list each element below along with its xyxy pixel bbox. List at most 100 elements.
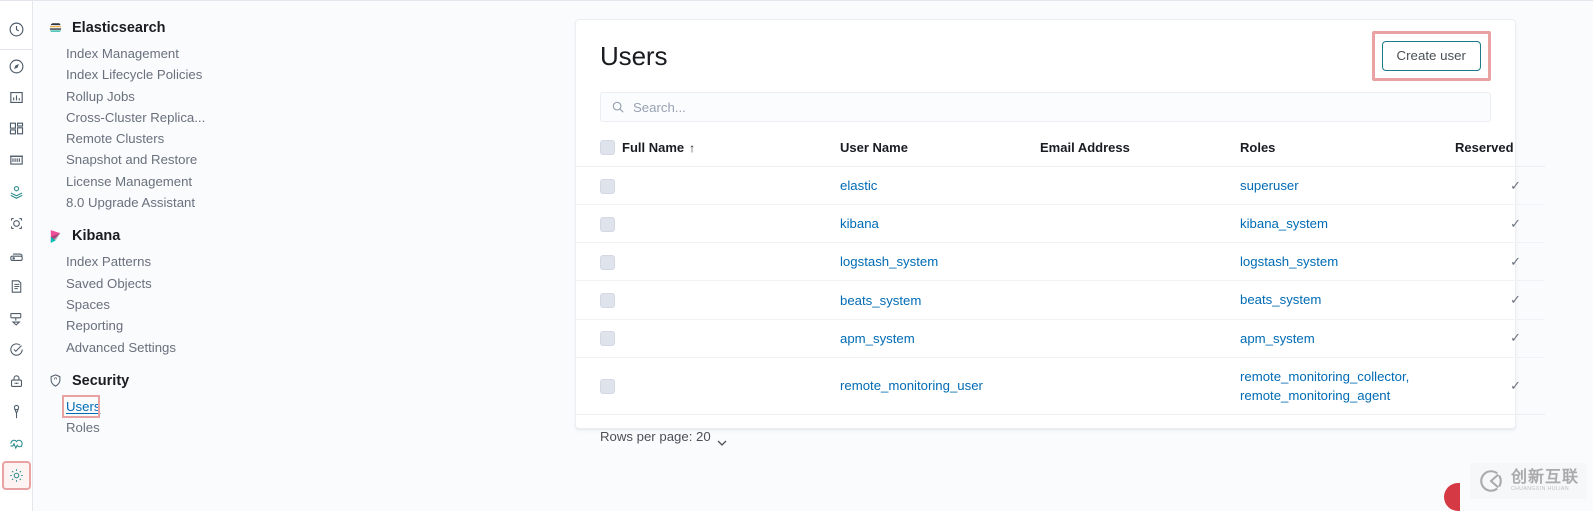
column-header-full-name[interactable]: Full Name ↑ <box>622 139 840 168</box>
rows-per-page-selector[interactable]: Rows per page: 20 <box>600 429 727 446</box>
cell-reserved: ✓ <box>1455 357 1545 416</box>
logs-icon[interactable] <box>4 274 29 299</box>
nav-item-remote-clusters[interactable]: Remote Clusters <box>34 128 534 149</box>
nav-item-advanced-settings[interactable]: Advanced Settings <box>34 337 534 358</box>
nav-item-license-management[interactable]: License Management <box>34 171 534 192</box>
infrastructure-icon[interactable] <box>4 243 29 268</box>
nav-item-roles[interactable]: Roles <box>34 417 534 438</box>
row-checkbox-cell <box>576 242 622 282</box>
apm-icon[interactable] <box>4 306 29 331</box>
column-header-roles[interactable]: Roles <box>1240 139 1455 168</box>
uptime-icon[interactable] <box>4 337 29 362</box>
watermark-logo-icon <box>1478 468 1504 494</box>
reserved-check-icon: ✓ <box>1510 177 1521 193</box>
users-panel: Users Create user Search... Full Name ↑ … <box>575 19 1545 446</box>
nav-group-label: Security <box>72 372 130 389</box>
nav-group-kibana: Kibana <box>34 225 534 247</box>
cell-reserved: ✓ <box>1455 242 1545 282</box>
sort-ascending-icon: ↑ <box>689 141 696 156</box>
nav-item-rollup-jobs[interactable]: Rollup Jobs <box>34 86 534 107</box>
nav-item-spaces[interactable]: Spaces <box>34 294 534 315</box>
reserved-check-icon: ✓ <box>1510 330 1521 346</box>
cell-full-name <box>622 319 840 358</box>
table-row: apm_system apm_system ✓ <box>576 319 1545 358</box>
global-nav-icon-rail <box>0 1 33 511</box>
nav-item-users[interactable]: Users <box>34 394 534 418</box>
cell-user-name[interactable]: apm_system <box>840 319 1040 358</box>
cell-roles[interactable]: superuser <box>1240 166 1455 206</box>
row-checkbox[interactable] <box>600 331 615 347</box>
users-table-body: elastic superuser ✓ kibana kibana_system… <box>576 166 1545 416</box>
cell-roles[interactable]: logstash_system <box>1240 242 1455 282</box>
column-header-email-address[interactable]: Email Address <box>1040 139 1240 168</box>
monitoring-icon[interactable] <box>4 432 29 457</box>
select-all-header <box>576 139 622 168</box>
cell-roles[interactable]: beats_system <box>1240 280 1455 320</box>
watermark: 创新互联 CHUANGXIN HULIAN <box>1469 463 1587 499</box>
nav-items-kibana: Index Patterns Saved Objects Spaces Repo… <box>34 251 534 357</box>
maps-icon[interactable] <box>4 179 29 204</box>
nav-group-label: Kibana <box>72 228 121 245</box>
select-all-checkbox[interactable] <box>600 140 615 156</box>
cell-full-name <box>622 204 840 244</box>
users-table-head: Full Name ↑ User Name Email Address Roles… <box>576 139 1545 168</box>
row-checkbox-cell <box>576 166 622 206</box>
recently-viewed-icon[interactable] <box>4 17 29 42</box>
shield-icon <box>48 373 63 388</box>
nav-group-elasticsearch: Elasticsearch <box>34 17 534 39</box>
discover-icon[interactable] <box>4 54 29 79</box>
cell-full-name <box>622 357 840 416</box>
nav-item-upgrade-assistant[interactable]: 8.0 Upgrade Assistant <box>34 192 534 213</box>
cell-reserved: ✓ <box>1455 204 1545 244</box>
reserved-check-icon: ✓ <box>1510 292 1521 308</box>
column-header-reserved[interactable]: Reserved <box>1455 139 1545 168</box>
row-checkbox[interactable] <box>600 178 615 194</box>
table-row: elastic superuser ✓ <box>576 166 1545 206</box>
visualize-icon[interactable] <box>4 85 29 110</box>
nav-item-saved-objects[interactable]: Saved Objects <box>34 273 534 294</box>
nav-item-index-management[interactable]: Index Management <box>34 43 534 64</box>
row-checkbox[interactable] <box>600 216 615 232</box>
row-checkbox[interactable] <box>600 293 615 309</box>
row-checkbox[interactable] <box>600 378 615 394</box>
reserved-check-icon: ✓ <box>1510 253 1521 269</box>
management-nav-tree: Elasticsearch Index Management Index Lif… <box>34 1 534 511</box>
watermark-red-arc <box>1444 483 1460 511</box>
cell-email <box>1040 280 1240 320</box>
cell-roles[interactable]: apm_system <box>1240 319 1455 358</box>
cell-email <box>1040 166 1240 206</box>
cell-user-name[interactable]: beats_system <box>840 280 1040 320</box>
nav-item-index-lifecycle-policies[interactable]: Index Lifecycle Policies <box>34 64 534 85</box>
management-icon[interactable] <box>2 461 31 490</box>
watermark-text: 创新互联 CHUANGXIN HULIAN <box>1511 469 1579 492</box>
cell-email <box>1040 319 1240 358</box>
cell-full-name <box>622 280 840 320</box>
create-user-highlight-box: Create user <box>1371 30 1491 82</box>
dev-tools-icon[interactable] <box>4 400 29 425</box>
cell-roles[interactable]: remote_monitoring_collector, remote_moni… <box>1240 357 1455 416</box>
cell-user-name[interactable]: logstash_system <box>840 242 1040 282</box>
kibana-management-page: Elasticsearch Index Management Index Lif… <box>0 0 1593 511</box>
users-table: Full Name ↑ User Name Email Address Roles… <box>576 139 1545 416</box>
row-checkbox-cell <box>576 357 622 416</box>
nav-item-reporting[interactable]: Reporting <box>34 315 534 336</box>
siem-icon[interactable] <box>4 369 29 394</box>
machine-learning-icon[interactable] <box>4 211 29 236</box>
cell-roles[interactable]: kibana_system <box>1240 204 1455 244</box>
column-header-user-name[interactable]: User Name <box>840 139 1040 168</box>
nav-item-index-patterns[interactable]: Index Patterns <box>34 251 534 272</box>
dashboard-icon[interactable] <box>4 116 29 141</box>
search-box[interactable] <box>600 92 1491 122</box>
create-user-button[interactable]: Create user <box>1381 40 1481 72</box>
canvas-icon[interactable] <box>4 148 29 173</box>
search-row <box>576 92 1515 122</box>
cell-user-name[interactable]: kibana <box>840 204 1040 244</box>
cell-user-name[interactable]: elastic <box>840 166 1040 206</box>
search-input[interactable] <box>625 99 1490 115</box>
nav-item-cross-cluster-replication[interactable]: Cross-Cluster Replica... <box>34 107 534 128</box>
cell-user-name[interactable]: remote_monitoring_user <box>840 357 1040 416</box>
cell-full-name <box>622 242 840 282</box>
nav-item-snapshot-and-restore[interactable]: Snapshot and Restore <box>34 149 534 170</box>
table-row: kibana kibana_system ✓ <box>576 204 1545 244</box>
row-checkbox[interactable] <box>600 254 615 270</box>
